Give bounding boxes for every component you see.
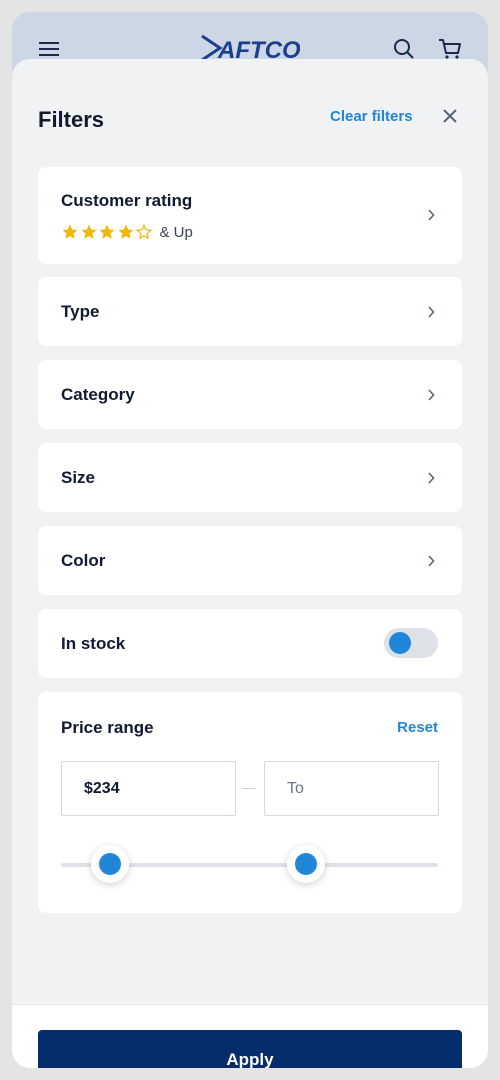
category-label: Category: [61, 385, 135, 404]
star-outline-icon: [135, 223, 153, 240]
sheet-footer: Apply: [12, 1004, 488, 1068]
price-range-panel: Price range Reset $234 To: [38, 692, 462, 913]
star-filled-icon: [118, 224, 133, 239]
price-range-dash: [242, 788, 256, 789]
chevron-right-icon: [428, 389, 435, 401]
star-filled-icon: [62, 224, 78, 239]
price-slider-max-handle[interactable]: [287, 845, 326, 883]
color-label: Color: [61, 551, 106, 570]
close-icon[interactable]: [442, 108, 458, 124]
filter-row-in-stock: In stock: [38, 609, 462, 678]
star-rating: & Up: [61, 222, 193, 242]
size-label: Size: [61, 468, 96, 487]
filter-row-size[interactable]: Size: [38, 443, 462, 512]
price-from-input[interactable]: $234: [61, 761, 236, 816]
rating-suffix: & Up: [159, 223, 193, 241]
price-slider-min-handle[interactable]: [91, 845, 129, 883]
price-to-input[interactable]: To: [264, 761, 439, 816]
customer-rating-label: Customer rating: [61, 191, 193, 210]
in-stock-toggle[interactable]: [384, 628, 438, 658]
star-filled-icon: [99, 224, 115, 239]
device-frame: AFTCO Filters Clear filters Customer rat…: [12, 12, 488, 1068]
menu-icon[interactable]: [38, 40, 60, 58]
cart-icon[interactable]: [438, 37, 462, 61]
filter-row-type[interactable]: Type: [38, 277, 462, 346]
filters-sheet: Filters Clear filters Customer rating & …: [12, 59, 488, 1068]
search-icon[interactable]: [393, 38, 415, 60]
in-stock-label: In stock: [61, 634, 126, 653]
price-range-label: Price range: [61, 718, 154, 737]
chevron-right-icon: [428, 209, 435, 221]
type-label: Type: [61, 302, 100, 321]
clear-filters-link[interactable]: Clear filters: [330, 108, 413, 125]
filter-row-customer-rating[interactable]: Customer rating & Up: [38, 167, 462, 264]
chevron-right-icon: [428, 306, 435, 318]
toggle-knob: [389, 632, 411, 654]
price-slider-track[interactable]: [61, 845, 438, 883]
star-filled-icon: [81, 224, 96, 239]
filter-row-category[interactable]: Category: [38, 360, 462, 429]
apply-button[interactable]: Apply: [38, 1030, 462, 1068]
chevron-right-icon: [428, 472, 435, 484]
chevron-right-icon: [428, 555, 435, 567]
filter-row-color[interactable]: Color: [38, 526, 462, 595]
price-reset-link[interactable]: Reset: [397, 719, 438, 736]
filters-title: Filters: [38, 107, 105, 132]
